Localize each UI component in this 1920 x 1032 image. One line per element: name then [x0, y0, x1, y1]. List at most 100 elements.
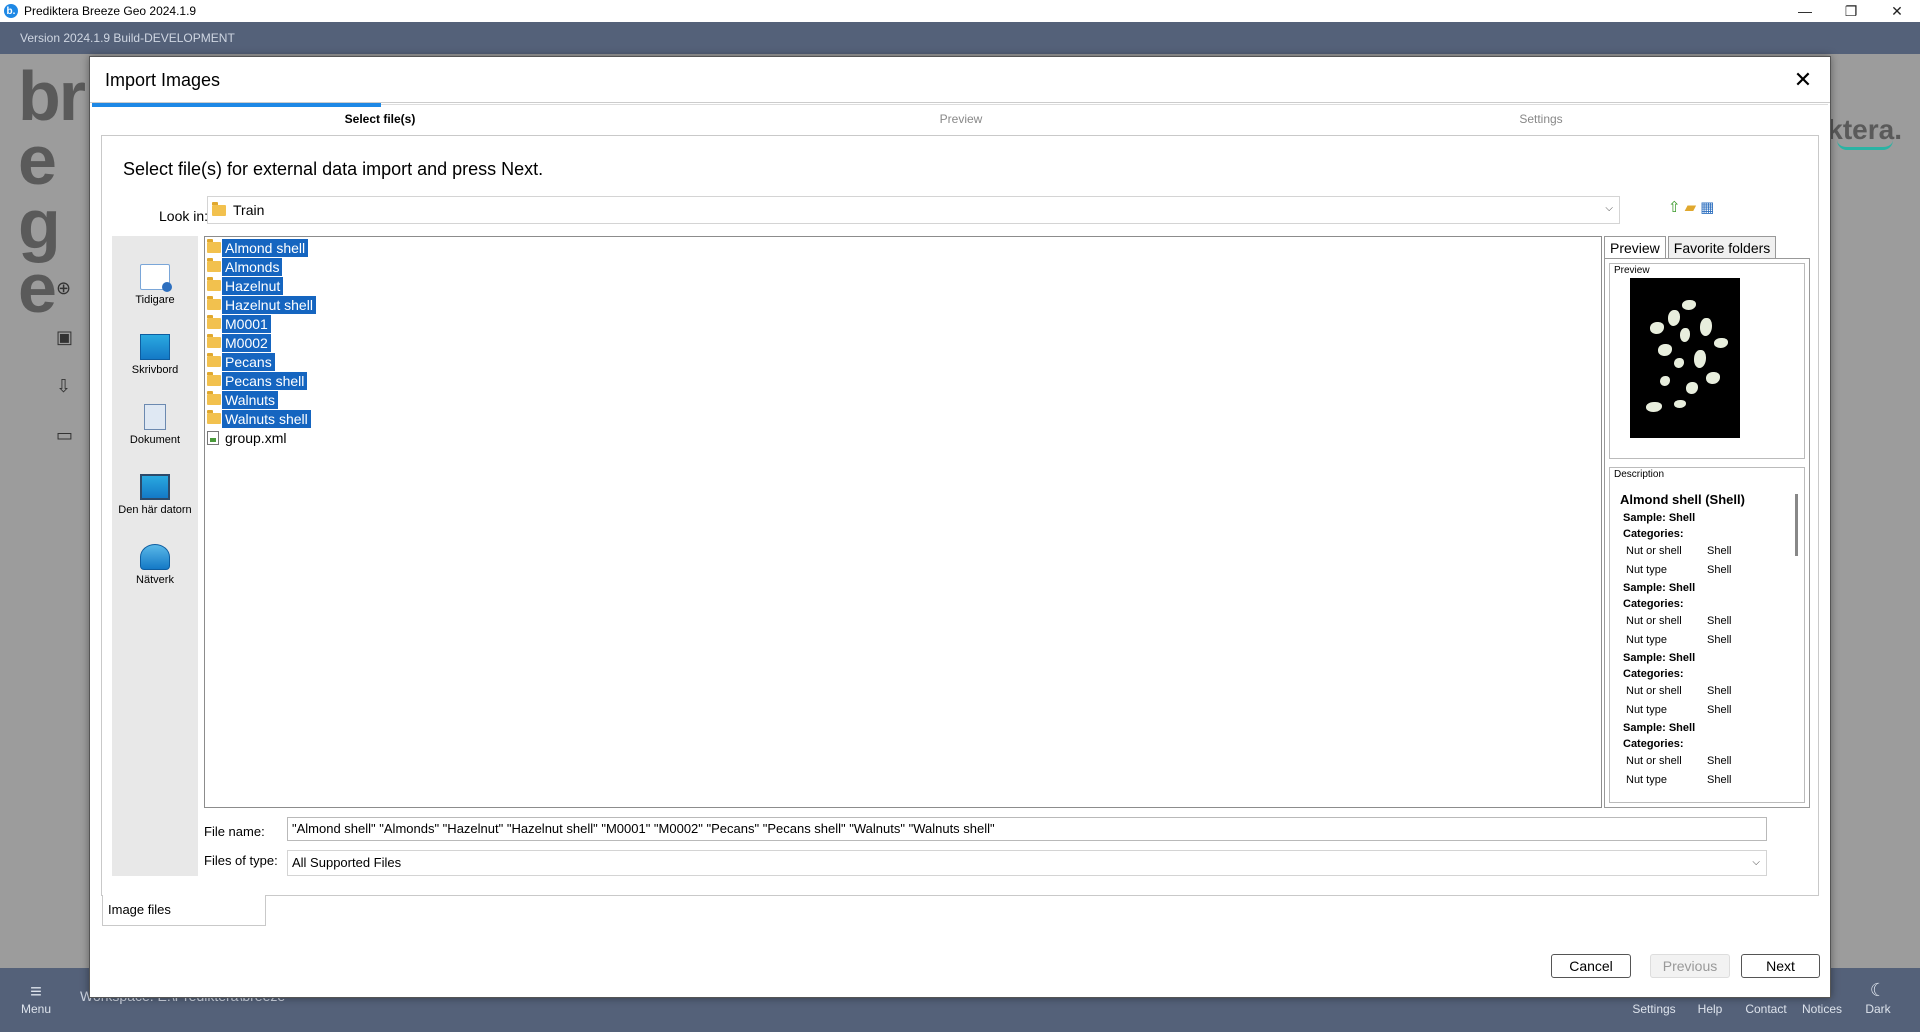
menu-label: Menu [20, 1002, 52, 1016]
file-list[interactable]: Almond shell Almonds Hazelnut Hazelnut s… [204, 236, 1602, 808]
wizard-steps: Select file(s) Preview Settings [90, 103, 1830, 133]
place-recent[interactable]: Tidigare [112, 236, 198, 306]
chevron-down-icon: ⌵ [1605, 203, 1613, 214]
side-menu: ⊕ ▣ ⇩ ▭ [56, 264, 73, 460]
look-in-value: Train [233, 202, 265, 218]
look-in-toolbar: ⇧ ▰ ▦ [1668, 198, 1714, 216]
place-network[interactable]: Nätverk [112, 516, 198, 586]
dialog-header: Import Images ✕ [90, 57, 1830, 103]
preview-group: Preview [1609, 263, 1805, 459]
view-menu-icon[interactable]: ▦ [1700, 198, 1714, 216]
list-item[interactable]: Hazelnut shell [205, 295, 1601, 314]
description-sample: Sample: Shell [1623, 652, 1696, 664]
maximize-icon[interactable]: ❐ [1828, 0, 1874, 22]
new-project-icon[interactable]: ⊕ [56, 264, 73, 313]
list-item[interactable]: group.xml [205, 428, 1601, 447]
recent-icon [140, 264, 172, 292]
description-row: Nut type Shell [1626, 704, 1732, 716]
file-name-label: File name: [204, 824, 265, 839]
dark-mode-button[interactable]: ☾ Dark [1850, 980, 1906, 1016]
import-icon[interactable]: ⇩ [56, 362, 73, 411]
version-bar: Version 2024.1.9 Build-DEVELOPMENT [0, 22, 1920, 54]
description-sample: Sample: Shell [1623, 582, 1696, 594]
documents-icon [144, 404, 166, 430]
look-in-label: Look in: [159, 208, 209, 224]
folder-icon [207, 353, 221, 367]
new-folder-icon[interactable]: ▰ [1685, 198, 1697, 216]
up-folder-icon[interactable]: ⇧ [1668, 198, 1681, 216]
places-bar: Tidigare Skrivbord Dokument Den här dato… [112, 236, 198, 876]
folder-icon [207, 296, 221, 310]
import-images-dialog: Import Images ✕ Select file(s) Preview S… [89, 56, 1831, 998]
computer-icon [140, 474, 170, 500]
list-item[interactable]: Walnuts [205, 390, 1601, 409]
description-row: Nut or shell Shell [1626, 755, 1732, 767]
file-name-input[interactable]: "Almond shell" "Almonds" "Hazelnut" "Haz… [287, 817, 1767, 841]
description-sample: Sample: Shell [1623, 512, 1696, 524]
folder-icon [207, 334, 221, 348]
tab-preview[interactable]: Preview [1604, 236, 1666, 258]
description-row: Nut type Shell [1626, 774, 1732, 786]
folder-icon [207, 410, 221, 424]
place-this-pc[interactable]: Den här datorn [112, 446, 198, 516]
folder-icon [207, 372, 221, 386]
step-settings: Settings [1519, 112, 1563, 126]
list-item[interactable]: M0002 [205, 333, 1601, 352]
place-desktop[interactable]: Skrivbord [112, 306, 198, 376]
window-titlebar: b. Prediktera Breeze Geo 2024.1.9 — ❐ ✕ [0, 0, 1920, 22]
files-of-type-select[interactable]: All Supported Files ⌵ [287, 850, 1767, 876]
images-icon[interactable]: ▣ [56, 313, 73, 362]
window-close-icon[interactable]: ✕ [1874, 0, 1920, 22]
moon-icon: ☾ [1869, 980, 1887, 1000]
list-item[interactable]: Almond shell [205, 238, 1601, 257]
hamburger-icon: ≡ [30, 981, 42, 1003]
description-row: Nut or shell Shell [1626, 545, 1732, 557]
folder-icon [212, 201, 226, 216]
menu-button[interactable]: ≡ Menu [18, 982, 54, 1016]
look-in-combobox[interactable]: Train ⌵ [207, 196, 1620, 224]
accessory-body: Preview Description Almond shell (Shell)… [1604, 258, 1810, 808]
cancel-button[interactable]: Cancel [1551, 954, 1631, 978]
description-sample: Sample: Shell [1623, 722, 1696, 734]
folder-icon [207, 239, 221, 253]
app-logo-icon: b. [4, 4, 18, 18]
list-item[interactable]: M0001 [205, 314, 1601, 333]
step-preview: Preview [939, 112, 983, 126]
description-categories: Categories: [1623, 528, 1684, 540]
previous-button[interactable]: Previous [1650, 954, 1730, 978]
dialog-title: Import Images [105, 70, 221, 90]
tutorial-book-icon[interactable]: ▭ [56, 411, 73, 460]
list-item[interactable]: Walnuts shell [205, 409, 1601, 428]
files-of-type-label: Files of type: [204, 853, 278, 868]
window-title: Prediktera Breeze Geo 2024.1.9 [24, 4, 197, 18]
description-scrollbar[interactable] [1795, 494, 1798, 556]
list-item[interactable]: Pecans shell [205, 371, 1601, 390]
folder-icon [207, 315, 221, 329]
list-item[interactable]: Hazelnut [205, 276, 1601, 295]
tab-favorite-folders[interactable]: Favorite folders [1667, 236, 1777, 258]
close-icon[interactable]: ✕ [1790, 67, 1816, 93]
folder-icon [207, 277, 221, 291]
step-select-files: Select file(s) [344, 112, 416, 126]
place-documents[interactable]: Dokument [112, 376, 198, 446]
preview-label: Preview [1614, 265, 1650, 276]
list-item[interactable]: Pecans [205, 352, 1601, 371]
minimize-icon[interactable]: — [1782, 0, 1828, 22]
accessory-tabs: Preview Favorite folders [1604, 236, 1778, 258]
preview-image [1630, 278, 1740, 438]
description-group: Description Almond shell (Shell) Sample:… [1609, 467, 1805, 803]
next-button[interactable]: Next [1741, 954, 1820, 978]
brand-logo: bre ge [18, 57, 86, 327]
folder-icon [207, 391, 221, 405]
description-categories: Categories: [1623, 598, 1684, 610]
description-label: Description [1614, 469, 1665, 480]
step-progress-track [381, 104, 1828, 105]
tab-image-files[interactable]: Image files [102, 895, 266, 926]
network-icon [140, 544, 170, 570]
description-categories: Categories: [1623, 668, 1684, 680]
preview-accessory: Preview Favorite folders Preview Descrip… [1604, 236, 1810, 808]
folder-icon [207, 258, 221, 272]
list-item[interactable]: Almonds [205, 257, 1601, 276]
desktop-icon [140, 334, 170, 360]
description-row: Nut or shell Shell [1626, 615, 1732, 627]
